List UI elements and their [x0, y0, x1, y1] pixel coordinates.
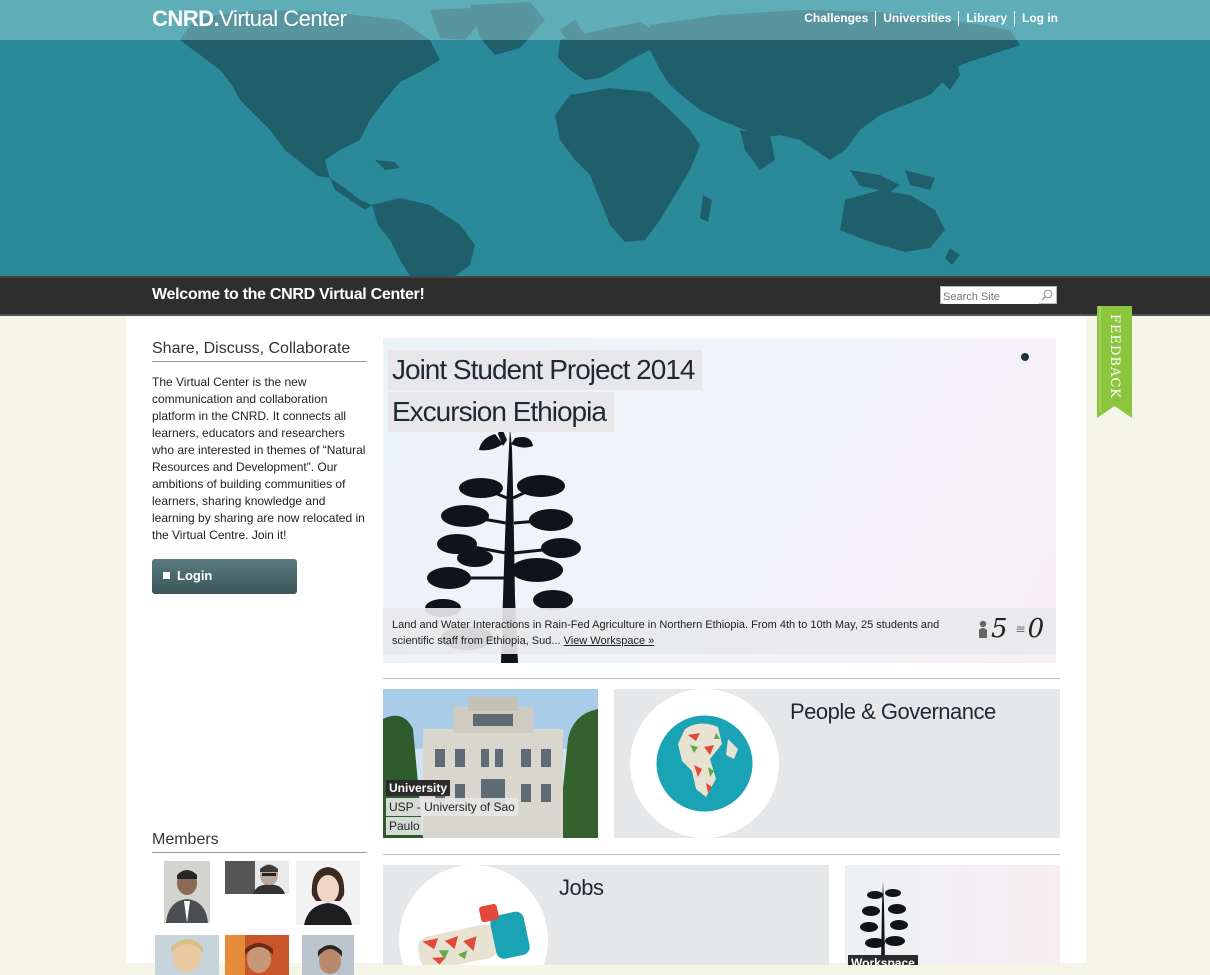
- nav-library-link[interactable]: Library: [958, 11, 1014, 26]
- person-photo-icon: [155, 935, 219, 975]
- nav-challenges-link[interactable]: Challenges: [797, 11, 875, 26]
- tree-thumbnail: [860, 881, 908, 965]
- member-count: 5: [991, 614, 1008, 644]
- sidebar-heading: Share, Discuss, Collaborate: [152, 340, 367, 362]
- members-heading: Members: [152, 831, 367, 853]
- featured-caption: Land and Water Interactions in Rain-Fed …: [383, 608, 1056, 654]
- search-box[interactable]: [940, 286, 1057, 304]
- featured-stats: 5 ≡ 0: [978, 614, 1044, 644]
- member-avatar[interactable]: [225, 935, 289, 975]
- workspace-tag: Workspace: [848, 955, 918, 965]
- featured-title-line2[interactable]: Excursion Ethiopia: [388, 392, 614, 432]
- nav-universities-link[interactable]: Universities: [875, 11, 958, 26]
- list-icon: ≡: [1015, 622, 1026, 636]
- people-governance-heading[interactable]: People & Governance: [790, 699, 996, 725]
- jobs-tile[interactable]: Jobs: [383, 865, 829, 965]
- search-icon[interactable]: [1041, 289, 1053, 301]
- member-avatar[interactable]: [302, 935, 354, 975]
- people-governance-tile[interactable]: People & Governance: [614, 689, 1060, 838]
- world-map-banner: CNRD.Virtual Center Challenges Universit…: [0, 0, 1210, 276]
- globe-circle: [630, 689, 779, 838]
- university-name-line2[interactable]: Paulo: [386, 817, 423, 835]
- university-tile[interactable]: University USP - University of Sao Paulo: [383, 689, 598, 838]
- divider: [383, 854, 1060, 855]
- sidebar: Share, Discuss, Collaborate The Virtual …: [152, 340, 367, 594]
- member-avatar[interactable]: [164, 861, 210, 923]
- login-button[interactable]: Login: [152, 559, 297, 594]
- workspace-tile[interactable]: Workspace: [845, 865, 1060, 965]
- featured-project-slide[interactable]: Joint Student Project 2014 Excursion Eth…: [383, 338, 1056, 663]
- globe-icon: [656, 715, 753, 812]
- square-bullet-icon: [163, 572, 170, 579]
- feedback-tab[interactable]: FEEDBACK: [1097, 306, 1132, 418]
- telescope-icon: [417, 903, 530, 965]
- person-photo-icon: [296, 861, 360, 925]
- welcome-bar: Welcome to the CNRD Virtual Center!: [0, 276, 1210, 316]
- jobs-heading[interactable]: Jobs: [559, 875, 604, 901]
- person-photo-icon: [225, 935, 289, 975]
- top-navigation-bar: CNRD.Virtual Center Challenges Universit…: [0, 0, 1210, 40]
- post-count: 0: [1027, 614, 1045, 644]
- university-tag: University: [386, 780, 451, 796]
- person-photo-icon: [302, 935, 354, 975]
- featured-caption-text: Land and Water Interactions in Rain-Fed …: [392, 617, 962, 649]
- featured-description: Land and Water Interactions in Rain-Fed …: [392, 619, 940, 647]
- main-panel: Share, Discuss, Collaborate The Virtual …: [126, 316, 1086, 975]
- member-avatar[interactable]: [225, 861, 289, 894]
- login-button-label: Login: [177, 568, 213, 583]
- welcome-heading: Welcome to the CNRD Virtual Center!: [152, 286, 425, 303]
- nav-login-link[interactable]: Log in: [1014, 11, 1058, 26]
- featured-title-line1[interactable]: Joint Student Project 2014: [388, 350, 703, 390]
- view-workspace-link[interactable]: View Workspace »: [564, 635, 655, 647]
- site-logo[interactable]: CNRD.Virtual Center: [152, 6, 347, 32]
- person-photo-icon: [164, 861, 210, 923]
- search-input[interactable]: [943, 290, 1039, 304]
- slide-indicator-dot[interactable]: [1021, 353, 1029, 361]
- member-avatar[interactable]: [155, 935, 219, 975]
- university-name-line1[interactable]: USP - University of Sao: [386, 798, 518, 816]
- jobs-circle: [399, 865, 548, 965]
- intro-text: The Virtual Center is the new communicat…: [152, 375, 366, 542]
- members-section: Members: [152, 831, 367, 975]
- top-nav: Challenges Universities Library Log in: [797, 11, 1058, 26]
- feedback-label: FEEDBACK: [1107, 314, 1122, 400]
- member-icon: [979, 620, 987, 638]
- person-photo-icon: [225, 861, 289, 894]
- member-avatar[interactable]: [296, 861, 360, 925]
- world-map-graphic: [180, 2, 1020, 276]
- divider: [383, 678, 1060, 679]
